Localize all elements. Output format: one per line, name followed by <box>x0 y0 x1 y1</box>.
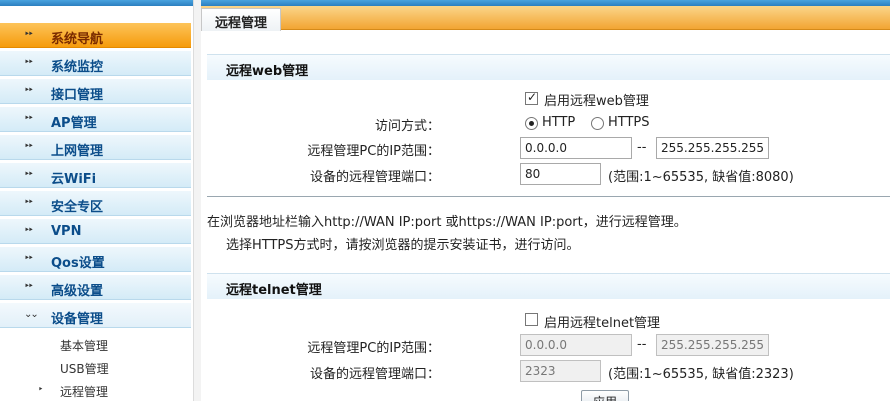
sidebar-item-interface[interactable]: ‣‣ 接口管理 <box>0 78 191 104</box>
enable-web-label: 启用远程web管理 <box>544 94 649 109</box>
double-chevron-right-icon: ‣‣ <box>24 57 34 68</box>
http-radio[interactable] <box>525 117 538 130</box>
sidebar-item-advanced[interactable]: ‣‣ 高级设置 <box>0 274 191 300</box>
sidebar-item-cloud-wifi[interactable]: ‣‣ 云WiFi <box>0 162 191 188</box>
double-chevron-right-icon: ‣‣ <box>24 197 34 208</box>
section-divider <box>207 196 890 197</box>
telnet-port-label: 设备的远程管理端口： <box>309 367 440 382</box>
sidebar-item-label: VPN <box>51 224 82 239</box>
access-method-label: 访问方式： <box>374 119 440 134</box>
section-title: 远程web管理 <box>226 64 309 79</box>
telnet-port-input[interactable] <box>520 360 601 382</box>
sidebar-item-security[interactable]: ‣‣ 安全专区 <box>0 190 191 216</box>
main-content: 远程管理 远程web管理 启用远程web管理 访问方式： HTTP HTTPS … <box>201 6 890 401</box>
double-chevron-right-icon: ‣‣ <box>24 281 34 292</box>
telnet-ip-end-input[interactable] <box>656 334 769 356</box>
double-chevron-right-icon: ‣‣ <box>24 85 34 96</box>
https-radio[interactable] <box>591 117 604 130</box>
sidebar-item-label: 上网管理 <box>51 144 104 159</box>
sidebar-item-system-monitor[interactable]: ‣‣ 系统监控 <box>0 50 191 76</box>
sidebar-item-label: 云WiFi <box>51 172 97 187</box>
https-label: HTTPS <box>608 115 650 130</box>
sidebar-item-label: 安全专区 <box>51 200 104 215</box>
sidebar-subitem-basic[interactable]: 基本管理 <box>60 337 108 354</box>
sidebar-item-ap[interactable]: ‣‣ AP管理 <box>0 106 191 132</box>
tab-remote-management[interactable]: 远程管理 <box>201 8 281 31</box>
port-hint: (范围:1~65535, 缺省值:8080) <box>608 170 794 185</box>
telnet-ip-start-input[interactable] <box>520 334 632 356</box>
sidebar-item-label: AP管理 <box>51 116 97 131</box>
telnet-port-hint: (范围:1~65535, 缺省值:2323) <box>608 367 794 382</box>
ip-range-label: 远程管理PC的IP范围： <box>307 144 440 159</box>
sidebar-subitem-remote[interactable]: 远程管理 <box>60 383 108 400</box>
sidebar-item-label: 设备管理 <box>51 312 104 327</box>
sidebar-item-internet[interactable]: ‣‣ 上网管理 <box>0 134 191 160</box>
port-label: 设备的远程管理端口： <box>309 170 440 185</box>
sidebar-item-system-nav[interactable]: ‣‣ 系统导航 <box>0 22 191 48</box>
chevron-right-icon: ‣ <box>38 385 44 395</box>
ip-end-input[interactable] <box>656 137 769 159</box>
sidebar-item-label: 系统监控 <box>51 60 104 75</box>
note-line-2: 选择HTTPS方式时，请按浏览器的提示安装证书，进行访问。 <box>226 238 580 253</box>
http-label: HTTP <box>542 115 576 130</box>
double-chevron-right-icon: ‣‣ <box>24 169 34 180</box>
ip-range-separator: -- <box>637 140 647 155</box>
section-header-web: 远程web管理 <box>207 54 890 80</box>
sidebar-item-label: 接口管理 <box>51 88 104 103</box>
double-chevron-right-icon: ‣‣ <box>24 253 34 264</box>
double-chevron-right-icon: ‣‣ <box>24 141 34 152</box>
enable-telnet-checkbox[interactable] <box>525 313 538 326</box>
sidebar-item-label: 系统导航 <box>51 32 104 47</box>
double-chevron-right-icon: ‣‣ <box>24 29 34 40</box>
enable-telnet-label: 启用远程telnet管理 <box>544 316 661 331</box>
double-chevron-right-icon: ‣‣ <box>24 225 34 236</box>
sidebar-item-label: 高级设置 <box>51 284 104 299</box>
sidebar-item-vpn[interactable]: ‣‣ VPN <box>0 218 191 244</box>
section-title: 远程telnet管理 <box>226 283 322 298</box>
sidebar-item-device-management[interactable]: ⌄⌄ 设备管理 <box>0 302 191 328</box>
sidebar: ‣‣ 系统导航 ‣‣ 系统监控 ‣‣ 接口管理 ‣‣ AP管理 ‣‣ 上网管理 … <box>0 6 193 401</box>
ip-start-input[interactable] <box>520 137 632 159</box>
sidebar-item-qos[interactable]: ‣‣ Qos设置 <box>0 246 191 272</box>
enable-web-checkbox[interactable] <box>525 90 538 105</box>
double-chevron-right-icon: ‣‣ <box>24 113 34 124</box>
tab-strip: 远程管理 <box>201 6 890 31</box>
sidebar-subitem-usb[interactable]: USB管理 <box>60 360 109 377</box>
telnet-ip-range-separator: -- <box>637 337 647 352</box>
note-line-1: 在浏览器地址栏输入http://WAN IP:port 或https://WAN… <box>207 215 687 230</box>
double-chevron-down-icon: ⌄⌄ <box>24 309 39 320</box>
port-input[interactable] <box>520 163 601 185</box>
telnet-ip-range-label: 远程管理PC的IP范围： <box>307 341 440 356</box>
apply-button[interactable]: 应用 <box>581 390 629 401</box>
sidebar-item-label: Qos设置 <box>51 256 105 271</box>
section-header-telnet: 远程telnet管理 <box>207 273 890 299</box>
